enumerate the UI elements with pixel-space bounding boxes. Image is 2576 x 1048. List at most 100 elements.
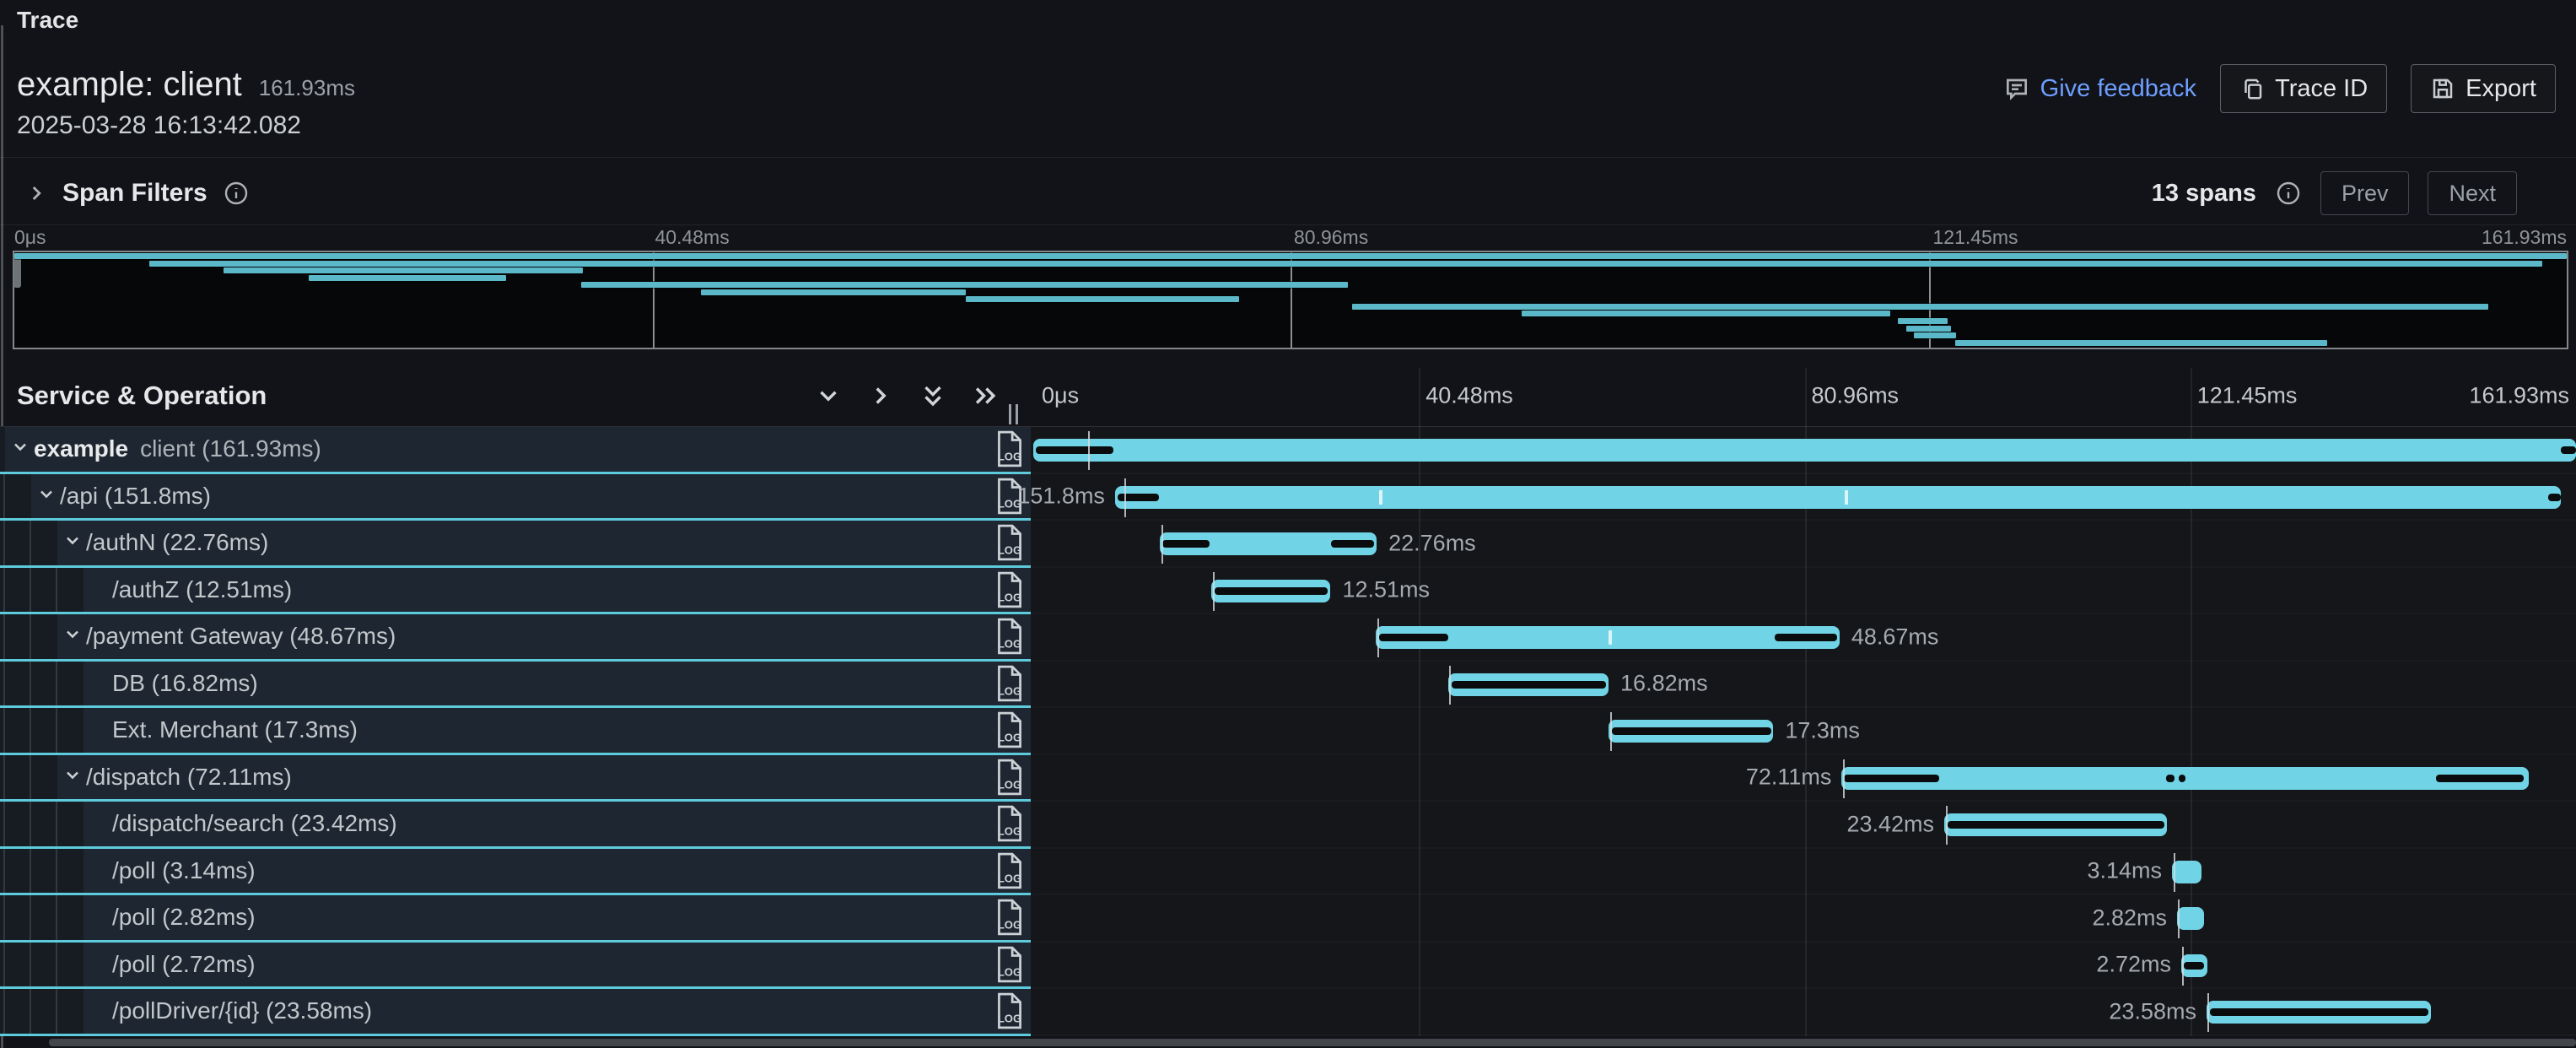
span-timeline-cell: 16.82ms xyxy=(1033,662,2576,709)
span-name-cell[interactable]: /pollDriver/{id} (23.58ms) LOG xyxy=(0,989,1031,1036)
chevron-down-icon[interactable] xyxy=(10,437,30,462)
span-row[interactable]: /dispatch (72.11ms)LOG72.11ms xyxy=(0,755,2576,802)
span-timeline-cell: 23.58ms xyxy=(1033,989,2576,1036)
minimap-tick-labels: 0μs 40.48ms 80.96ms 121.45ms 161.93ms xyxy=(13,226,2568,248)
span-name-cell[interactable]: /authZ (12.51ms)LOG xyxy=(0,568,1031,615)
minimap-span-bar xyxy=(224,267,582,273)
log-icon[interactable]: LOG xyxy=(993,898,1027,937)
minimap-gridline xyxy=(653,252,655,348)
log-icon[interactable]: LOG xyxy=(993,429,1027,468)
timeline-tick: 0μs xyxy=(1042,382,1079,408)
span-bar[interactable] xyxy=(1033,439,2576,462)
critical-path-segment xyxy=(2210,1008,2429,1016)
log-icon[interactable]: LOG xyxy=(993,851,1027,890)
span-row[interactable]: /payment Gateway (48.67ms)LOG48.67ms xyxy=(0,614,2576,662)
collapse-all-icon[interactable] xyxy=(916,379,950,413)
give-feedback-link[interactable]: Give feedback xyxy=(2003,75,2196,103)
span-duration-label: 23.42ms xyxy=(1846,811,1934,837)
trace-header: example: client 161.93ms xyxy=(17,66,355,104)
log-event-tick xyxy=(1377,619,1379,657)
span-name-cell[interactable]: /api (151.8ms)LOG xyxy=(0,474,1031,521)
trace-minimap[interactable] xyxy=(13,251,2568,349)
log-icon[interactable]: LOG xyxy=(993,664,1027,703)
minimap-drag-handle[interactable] xyxy=(13,256,21,288)
span-filters-toggle[interactable]: Span Filters xyxy=(25,165,250,221)
log-icon[interactable]: LOG xyxy=(993,945,1027,984)
timeline-tick: 80.96ms xyxy=(1812,382,1900,408)
span-bar[interactable] xyxy=(2177,907,2204,930)
comment-icon xyxy=(2003,75,2030,102)
span-row[interactable]: /poll (2.72ms)LOG2.72ms xyxy=(0,943,2576,990)
prev-span-button[interactable]: Prev xyxy=(2320,171,2410,215)
span-row[interactable]: exampleclient (161.93ms)LOG xyxy=(0,427,2576,474)
minimap-span-bar xyxy=(1522,311,1891,316)
svg-text:LOG: LOG xyxy=(998,1013,1021,1025)
span-name-cell[interactable]: exampleclient (161.93ms)LOG xyxy=(0,427,1031,474)
span-bar[interactable] xyxy=(1115,486,2562,509)
span-row[interactable]: /poll (3.14ms)LOG3.14ms xyxy=(0,849,2576,896)
span-name-cell[interactable]: DB (16.82ms)LOG xyxy=(0,662,1031,709)
span-bar[interactable] xyxy=(2172,861,2201,883)
log-icon[interactable]: LOG xyxy=(993,758,1027,797)
span-name-cell[interactable]: /poll (3.14ms) LOG xyxy=(0,849,1031,896)
span-label: /pollDriver/{id} (23.58ms) xyxy=(112,997,372,1024)
chevron-down-icon[interactable] xyxy=(62,624,83,649)
svg-text:LOG: LOG xyxy=(998,451,1021,463)
expand-one-icon[interactable] xyxy=(864,379,897,413)
log-icon[interactable]: LOG xyxy=(993,991,1027,1030)
log-event-tick xyxy=(2178,899,2180,938)
minimap-tick: 161.93ms xyxy=(2482,226,2567,249)
log-icon[interactable]: LOG xyxy=(993,523,1027,562)
column-resize-grip[interactable] xyxy=(1009,404,1018,424)
span-label: /authN (22.76ms) xyxy=(86,529,268,556)
span-row[interactable]: /api (151.8ms)LOG151.8ms xyxy=(0,474,2576,521)
chevron-down-icon[interactable] xyxy=(62,531,83,555)
log-icon[interactable]: LOG xyxy=(993,617,1027,656)
span-row[interactable]: /poll (2.82ms) LOG 2.82ms xyxy=(0,895,2576,943)
svg-text:LOG: LOG xyxy=(998,732,1021,744)
span-name-cell[interactable]: /poll (2.82ms) LOG xyxy=(0,895,1031,943)
span-row[interactable]: /pollDriver/{id} (23.58ms) LOG 23.58ms xyxy=(0,989,2576,1036)
critical-path-segment xyxy=(2179,775,2185,782)
expand-collapse-controls xyxy=(811,379,1002,413)
svg-text:LOG: LOG xyxy=(998,591,1021,603)
svg-text:LOG: LOG xyxy=(998,684,1021,697)
span-row[interactable]: Ext. Merchant (17.3ms)LOG17.3ms xyxy=(0,708,2576,755)
svg-text:LOG: LOG xyxy=(998,778,1021,791)
horizontal-scrollbar[interactable] xyxy=(49,1039,2576,1046)
info-icon[interactable] xyxy=(223,180,250,207)
span-duration-label: 2.82ms xyxy=(2092,905,2167,931)
log-event-tick xyxy=(1124,478,1126,517)
next-span-button[interactable]: Next xyxy=(2428,171,2517,215)
span-row[interactable]: /authZ (12.51ms)LOG12.51ms xyxy=(0,568,2576,615)
span-name-cell[interactable]: /poll (2.72ms) LOG xyxy=(0,943,1031,990)
span-name-cell[interactable]: /payment Gateway (48.67ms)LOG xyxy=(0,614,1031,662)
span-filters-label: Span Filters xyxy=(62,179,207,208)
timeline-tick: 161.93ms xyxy=(2469,382,2569,408)
span-name-cell[interactable]: /dispatch (72.11ms)LOG xyxy=(0,755,1031,802)
span-name-cell[interactable]: Ext. Merchant (17.3ms)LOG xyxy=(0,708,1031,755)
span-row[interactable]: DB (16.82ms)LOG16.82ms xyxy=(0,662,2576,709)
export-button[interactable]: Export xyxy=(2411,64,2556,113)
minimap-tick: 80.96ms xyxy=(1294,226,1368,249)
span-row[interactable]: /dispatch/search (23.42ms)LOG 23.42ms xyxy=(0,802,2576,849)
log-icon[interactable]: LOG xyxy=(993,710,1027,749)
span-rows: exampleclient (161.93ms)LOG/api (151.8ms… xyxy=(0,427,2576,1036)
log-icon[interactable]: LOG xyxy=(993,570,1027,609)
span-row[interactable]: /authN (22.76ms)LOG22.76ms xyxy=(0,521,2576,568)
span-name-cell[interactable]: /dispatch/search (23.42ms)LOG xyxy=(0,802,1031,849)
expand-all-icon[interactable] xyxy=(968,379,1002,413)
log-event-tick xyxy=(1610,712,1612,751)
span-name-cell[interactable]: /authN (22.76ms) LOG xyxy=(0,521,1031,568)
chevron-down-icon[interactable] xyxy=(36,483,57,508)
span-label: /poll (2.82ms) xyxy=(112,904,256,931)
trace-id-button[interactable]: Trace ID xyxy=(2220,64,2387,113)
collapse-one-icon[interactable] xyxy=(811,379,845,413)
critical-path-segment xyxy=(2166,775,2174,782)
chevron-down-icon[interactable] xyxy=(62,764,83,789)
span-label: /poll (2.72ms) xyxy=(112,951,256,978)
span-label: /poll (3.14ms) xyxy=(112,857,256,884)
log-icon[interactable]: LOG xyxy=(993,804,1027,843)
info-icon[interactable] xyxy=(2275,180,2302,207)
span-filters-bar: Span Filters 13 spans Prev Next xyxy=(0,165,2576,221)
